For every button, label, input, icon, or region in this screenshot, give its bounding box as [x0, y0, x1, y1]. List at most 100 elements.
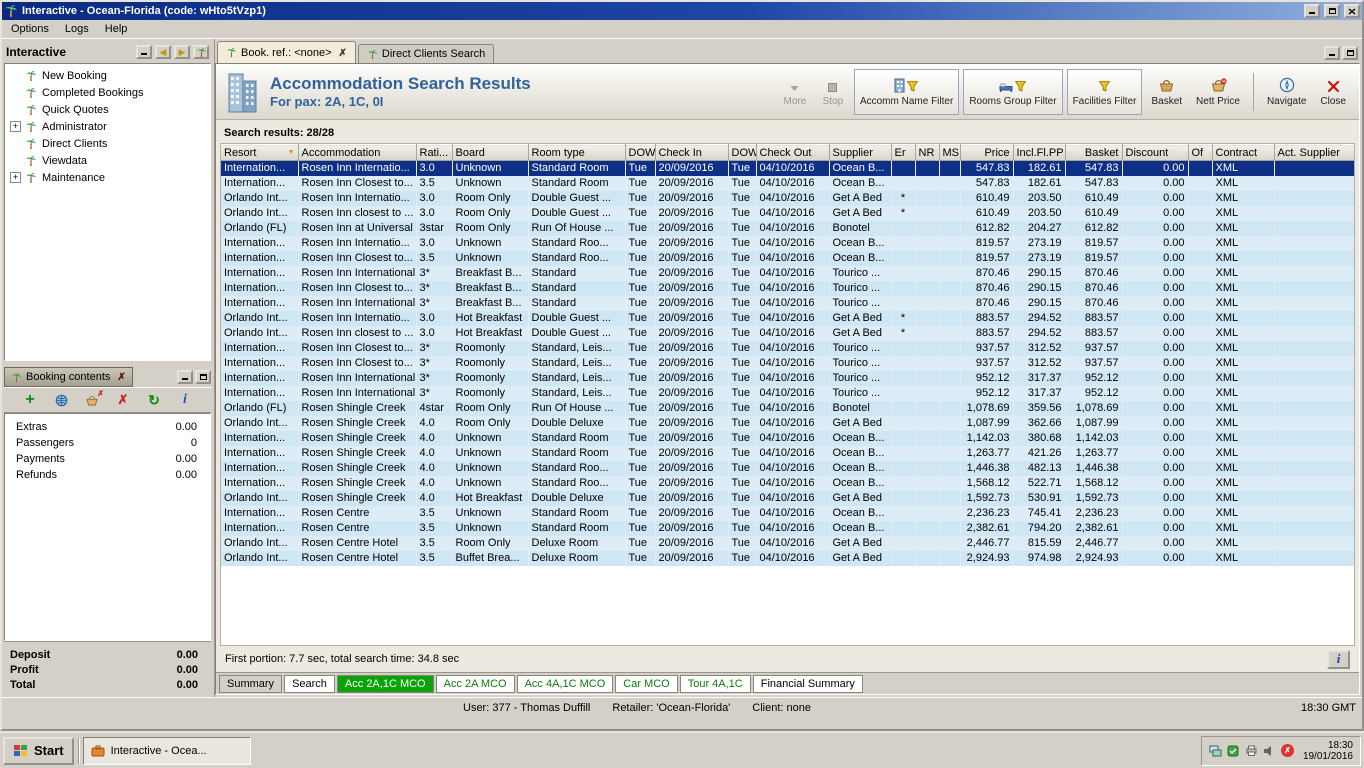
- column-header[interactable]: Basket: [1065, 144, 1123, 161]
- menu-item[interactable]: Logs: [57, 21, 97, 37]
- info-button[interactable]: [176, 391, 194, 409]
- column-header[interactable]: Supplier: [829, 144, 892, 161]
- navigate-button[interactable]: Navigate: [1262, 69, 1311, 115]
- column-header[interactable]: Accommodation: [298, 144, 417, 161]
- menu-item[interactable]: Options: [3, 21, 57, 37]
- column-header[interactable]: DOW: [625, 144, 656, 161]
- column-header[interactable]: Room type: [528, 144, 626, 161]
- volume-icon[interactable]: [1263, 744, 1276, 757]
- column-header[interactable]: Contract: [1212, 144, 1275, 161]
- close-results-button[interactable]: Close: [1315, 69, 1351, 115]
- bottom-tab[interactable]: Search: [284, 674, 335, 693]
- result-row[interactable]: Orlando (FL) Rosen Inn at Universal 3sta…: [221, 221, 1354, 236]
- result-row[interactable]: Internation... Rosen Inn Closest to... 3…: [221, 341, 1354, 356]
- close-icon[interactable]: [114, 371, 125, 383]
- bottom-tab[interactable]: Tour 4A,1C: [679, 674, 751, 693]
- panel-minimize-button[interactable]: [177, 370, 193, 384]
- tree-item[interactable]: Direct Clients: [5, 135, 210, 152]
- result-row[interactable]: Internation... Rosen Shingle Creek 4.0 U…: [221, 476, 1354, 491]
- tree-item[interactable]: Viewdata: [5, 152, 210, 169]
- column-header[interactable]: Check Out: [756, 144, 830, 161]
- result-row[interactable]: Orlando Int... Rosen Inn closest to ... …: [221, 326, 1354, 341]
- result-row[interactable]: Orlando Int... Rosen Inn Internatio... 3…: [221, 311, 1354, 326]
- document-tab[interactable]: Direct Clients Search: [357, 44, 495, 63]
- tree-item[interactable]: Maintenance: [5, 169, 210, 186]
- result-row[interactable]: Internation... Rosen Inn International 3…: [221, 386, 1354, 401]
- column-header[interactable]: Incl.Fl.PP: [1013, 144, 1066, 161]
- restore-button[interactable]: [1324, 4, 1340, 18]
- tree-item[interactable]: Quick Quotes: [5, 101, 210, 118]
- minimize-button[interactable]: [1304, 4, 1320, 18]
- tree-item[interactable]: Administrator: [5, 118, 210, 135]
- result-row[interactable]: Internation... Rosen Inn Closest to... 3…: [221, 356, 1354, 371]
- bottom-tab[interactable]: Acc 4A,1C MCO: [516, 674, 614, 693]
- result-row[interactable]: Internation... Rosen Inn Closest to... 3…: [221, 176, 1354, 191]
- globe-button[interactable]: [52, 391, 70, 409]
- menu-item[interactable]: Help: [97, 21, 136, 37]
- result-row[interactable]: Orlando Int... Rosen Centre Hotel 3.5 Ro…: [221, 536, 1354, 551]
- result-row[interactable]: Orlando Int... Rosen Inn closest to ... …: [221, 206, 1354, 221]
- taskbar-clock[interactable]: 18:30 19/01/2016: [1299, 740, 1353, 762]
- document-maximize-button[interactable]: [1342, 46, 1358, 60]
- result-row[interactable]: Orlando Int... Rosen Shingle Creek 4.0 R…: [221, 416, 1354, 431]
- result-row[interactable]: Internation... Rosen Centre 3.5 Unknown …: [221, 506, 1354, 521]
- remove-from-basket-button[interactable]: ✗: [83, 389, 104, 409]
- bottom-tab[interactable]: Summary: [219, 674, 283, 693]
- result-row[interactable]: Internation... Rosen Shingle Creek 4.0 U…: [221, 446, 1354, 461]
- tab-close-icon[interactable]: [336, 47, 347, 59]
- result-row[interactable]: Orlando Int... Rosen Inn Internatio... 3…: [221, 191, 1354, 206]
- column-header[interactable]: Er: [891, 144, 916, 161]
- sidebar-palm-button[interactable]: [193, 45, 209, 59]
- result-row[interactable]: Internation... Rosen Inn International 3…: [221, 296, 1354, 311]
- bottom-tab[interactable]: Acc 2A,1C MCO: [336, 674, 434, 693]
- column-header[interactable]: Price: [960, 144, 1014, 161]
- result-row[interactable]: Internation... Rosen Inn International 3…: [221, 371, 1354, 386]
- bottom-tab[interactable]: Financial Summary: [752, 674, 863, 693]
- expand-icon[interactable]: [10, 172, 21, 183]
- result-row[interactable]: Internation... Rosen Inn Closest to... 3…: [221, 281, 1354, 296]
- sidebar-forward-button[interactable]: ▶: [174, 45, 190, 59]
- refresh-button[interactable]: [145, 391, 163, 409]
- sidebar-minimize-button[interactable]: [136, 45, 152, 59]
- network-icon[interactable]: [1209, 744, 1222, 757]
- close-window-button[interactable]: [1344, 4, 1360, 18]
- column-header[interactable]: Board: [452, 144, 529, 161]
- column-header[interactable]: Discount: [1122, 144, 1189, 161]
- column-header[interactable]: Act. Supplier: [1274, 144, 1354, 161]
- start-button[interactable]: Start: [3, 736, 74, 765]
- result-row[interactable]: Orlando Int... Rosen Centre Hotel 3.5 Bu…: [221, 551, 1354, 566]
- column-header[interactable]: MS: [939, 144, 961, 161]
- result-row[interactable]: Internation... Rosen Inn Internatio... 3…: [221, 236, 1354, 251]
- printer-icon[interactable]: [1245, 744, 1258, 757]
- booking-contents-tab[interactable]: Booking contents: [4, 367, 133, 387]
- column-header[interactable]: DOW: [728, 144, 757, 161]
- bottom-tab[interactable]: Acc 2A MCO: [435, 674, 515, 693]
- result-row[interactable]: Orlando (FL) Rosen Shingle Creek 4star R…: [221, 401, 1354, 416]
- result-row[interactable]: Orlando Int... Rosen Shingle Creek 4.0 H…: [221, 491, 1354, 506]
- expand-icon[interactable]: [10, 121, 21, 132]
- basket-button[interactable]: Basket: [1146, 69, 1187, 115]
- bottom-tab[interactable]: Car MCO: [615, 674, 678, 693]
- result-row[interactable]: Internation... Rosen Inn Internatio... 3…: [221, 160, 1354, 176]
- column-header[interactable]: NR: [915, 144, 940, 161]
- column-header[interactable]: Of: [1188, 144, 1213, 161]
- task-button[interactable]: Interactive - Ocea...: [82, 736, 251, 765]
- column-header[interactable]: Resort: [221, 144, 299, 161]
- mute-error-icon[interactable]: [1280, 744, 1294, 757]
- info-button[interactable]: i: [1327, 649, 1350, 669]
- document-minimize-button[interactable]: [1324, 46, 1340, 60]
- tree-item[interactable]: Completed Bookings: [5, 84, 210, 101]
- delete-button[interactable]: [114, 391, 132, 409]
- panel-maximize-button[interactable]: [195, 370, 211, 384]
- facilities-filter-button[interactable]: Facilities Filter: [1066, 68, 1143, 115]
- column-header[interactable]: Rati...: [416, 144, 453, 161]
- result-row[interactable]: Internation... Rosen Inn Closest to... 3…: [221, 251, 1354, 266]
- column-header[interactable]: Check In: [655, 144, 729, 161]
- app-tray-icon[interactable]: [1227, 744, 1240, 757]
- result-row[interactable]: Internation... Rosen Shingle Creek 4.0 U…: [221, 431, 1354, 446]
- rooms-group-filter-button[interactable]: Rooms Group Filter: [963, 68, 1063, 115]
- accomm-name-filter-button[interactable]: Accomm Name Filter: [853, 68, 960, 115]
- sidebar-back-button[interactable]: ◀: [155, 45, 171, 59]
- result-row[interactable]: Internation... Rosen Shingle Creek 4.0 U…: [221, 461, 1354, 476]
- nett-price-button[interactable]: Nett Price: [1191, 69, 1245, 115]
